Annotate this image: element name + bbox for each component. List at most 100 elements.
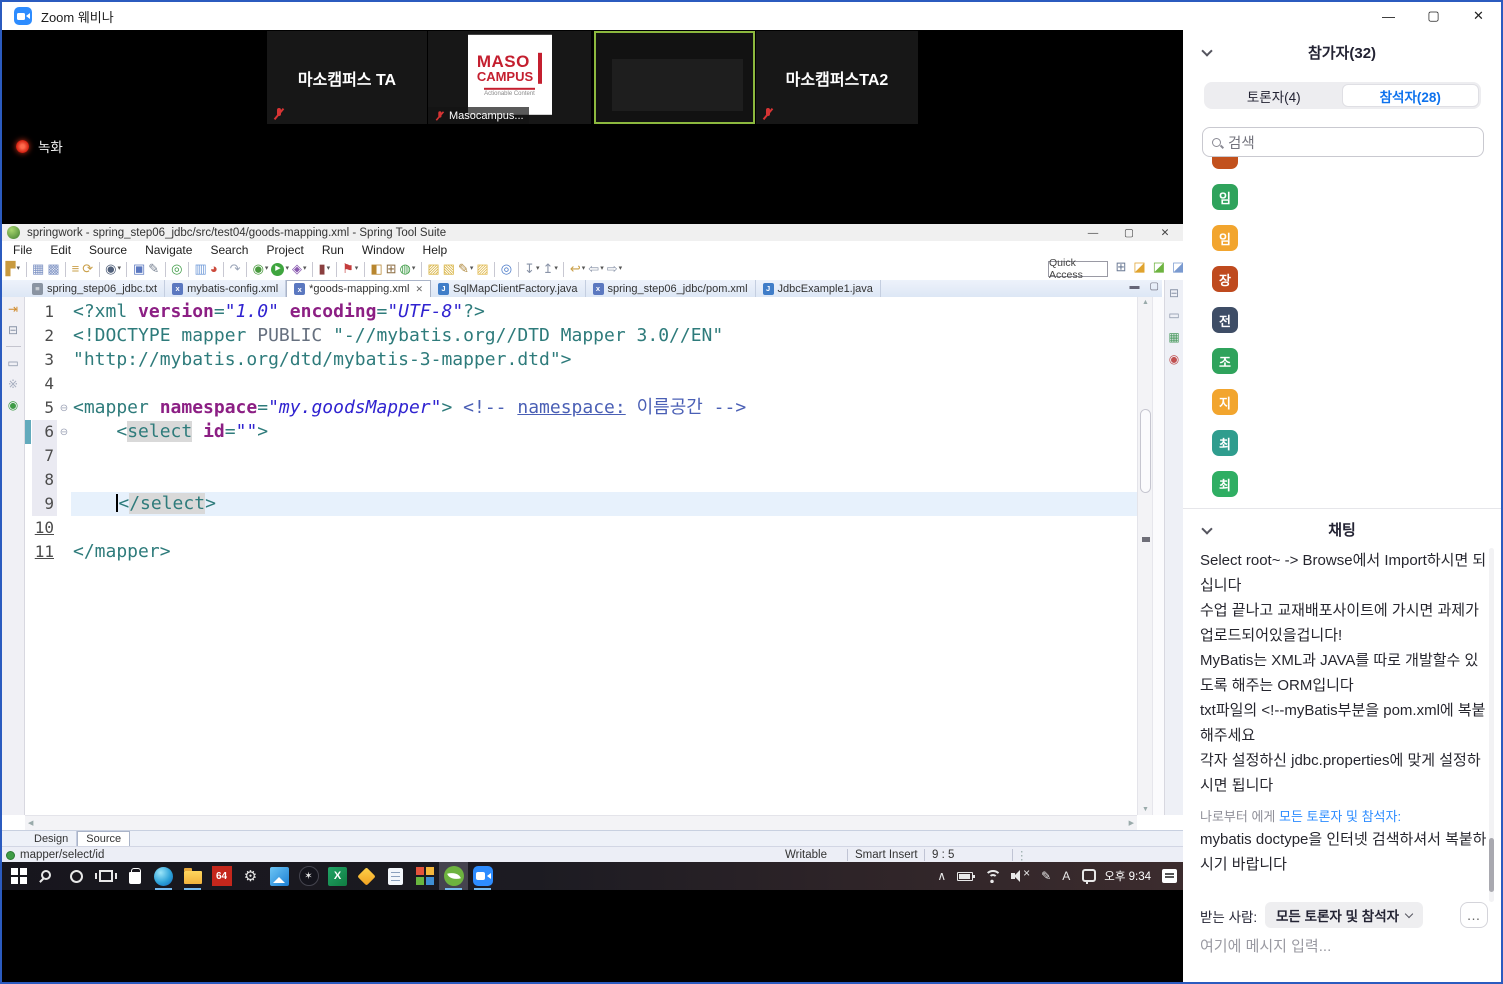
tab-attendees[interactable]: 참석자(28) <box>1342 84 1480 107</box>
flag-icon[interactable]: ⚑ <box>342 262 354 276</box>
save-all-icon[interactable]: ▩ <box>47 262 59 276</box>
participant-avatar[interactable]: 임 <box>1212 225 1238 251</box>
java-perspective-icon[interactable]: ◪ <box>1133 260 1145 274</box>
store-app[interactable] <box>120 862 149 890</box>
documentation-view-icon[interactable]: ▭ <box>1168 307 1179 323</box>
participant-avatar[interactable]: 최 <box>1212 471 1238 497</box>
palette-view-icon[interactable]: ▦ <box>1168 330 1179 344</box>
search-toolbar-icon[interactable]: ✎▾ <box>458 262 473 276</box>
project-explorer-icon[interactable]: ⊟ <box>8 322 18 338</box>
restore-views-icon[interactable]: ⇥ <box>8 301 18 317</box>
new-class-icon[interactable]: ◍▾ <box>400 262 416 276</box>
dropdown-caret-icon[interactable]: ▾ <box>117 262 121 276</box>
back-icon[interactable]: ⇦ <box>588 262 599 276</box>
tray-ime-language-icon[interactable]: A <box>1062 869 1070 883</box>
next-annotation-icon[interactable]: ↧▾ <box>524 262 539 276</box>
folder-icon[interactable]: ▨ <box>476 262 488 276</box>
boot-dashboard-icon[interactable]: ◉ <box>8 398 18 412</box>
servers-view-icon[interactable]: ▭ <box>7 356 18 370</box>
user-icon[interactable]: ◉ <box>105 262 116 276</box>
dropdown-caret-icon[interactable]: ▾ <box>600 262 604 276</box>
open-perspective-icon[interactable]: ⊞ <box>1116 260 1127 274</box>
menu-file[interactable]: File <box>4 243 41 257</box>
code-text[interactable]: </select> <box>71 492 1137 516</box>
editor-tab[interactable]: JSqlMapClientFactory.java <box>431 280 586 297</box>
forward-icon[interactable]: ⇨▾ <box>607 262 622 276</box>
code-text[interactable] <box>71 444 1137 468</box>
run-icon[interactable]: ▶ <box>271 263 284 276</box>
outline-view-icon[interactable]: ⊟ <box>1169 286 1179 300</box>
next-annotation-icon[interactable]: ↧ <box>524 262 535 276</box>
step-icon[interactable]: ↷ <box>230 262 241 276</box>
fold-icon[interactable]: ⊖ <box>57 403 71 414</box>
save-icon[interactable]: ▦ <box>32 262 44 276</box>
coverage-icon[interactable]: ▮ <box>318 262 325 276</box>
refresh-icon[interactable]: ⟳ <box>82 262 93 276</box>
step-icon[interactable]: ↷ <box>230 262 241 276</box>
new-wizard-icon[interactable]: ▛▾ <box>6 262 21 276</box>
servers-view-icon[interactable]: ▭ <box>7 355 18 371</box>
save-all-icon[interactable]: ▩ <box>47 262 59 276</box>
restore-views-icon[interactable]: ⇥ <box>8 302 18 316</box>
editor-vertical-scrollbar[interactable]: ▲ ▼ <box>1137 297 1152 815</box>
open-type-icon[interactable]: ▨ <box>427 262 439 276</box>
dropdown-caret-icon[interactable]: ▾ <box>470 262 474 276</box>
recipient-link[interactable]: 모든 토론자 및 참석자: <box>1279 809 1401 824</box>
window-maximize-button[interactable]: ▢ <box>1111 224 1147 241</box>
tab-panelists[interactable]: 토론자(4) <box>1206 84 1342 107</box>
scroll-left-icon[interactable]: ◀ <box>28 819 33 827</box>
scrollbar-thumb[interactable] <box>1140 409 1151 493</box>
participant-avatar[interactable]: 지 <box>1212 389 1238 415</box>
palette-view-icon[interactable]: ▦ <box>1168 329 1179 345</box>
code-text[interactable]: <!DOCTYPE mapper PUBLIC "-//mybatis.org/… <box>71 324 1137 348</box>
code-text[interactable]: <select id=""> <box>71 420 1137 444</box>
profile-icon[interactable]: ◈▾ <box>292 262 307 276</box>
editor-horizontal-scrollbar[interactable]: ◀ ▶ <box>25 815 1137 830</box>
dropdown-caret-icon[interactable]: ▾ <box>355 262 359 276</box>
documentation-view-icon[interactable]: ▭ <box>1168 308 1179 322</box>
split-editor-icon[interactable]: ▥ <box>195 262 207 276</box>
browser-icon[interactable]: ◎ <box>501 262 512 276</box>
fold-icon[interactable]: ⊖ <box>57 427 71 438</box>
timer-icon[interactable]: ◕ <box>210 262 218 276</box>
chat-scrollbar-thumb[interactable] <box>1489 838 1494 892</box>
java-perspective-icon[interactable]: ◪ <box>1133 260 1145 274</box>
open-resource-icon[interactable]: ▧ <box>443 262 455 276</box>
dropdown-caret-icon[interactable]: ▾ <box>17 262 21 276</box>
snippets-view-icon[interactable]: ※ <box>8 377 18 391</box>
dropdown-caret-icon[interactable]: ▾ <box>285 262 289 276</box>
window-minimize-button[interactable]: — <box>1366 2 1411 30</box>
scroll-right-icon[interactable]: ▶ <box>1129 819 1134 827</box>
code-editor[interactable]: 1<?xml version="1.0" encoding="UTF-8"?>2… <box>25 297 1137 815</box>
prev-annotation-icon[interactable]: ↥ <box>542 262 553 276</box>
debug-icon[interactable]: ◉ <box>253 262 264 276</box>
spring-perspective-icon[interactable]: ◪ <box>1153 260 1165 274</box>
tray-pen-icon[interactable]: ✎ <box>1041 869 1051 883</box>
search-toolbar-icon[interactable]: ✎ <box>458 262 469 276</box>
participant-avatar[interactable]: 조 <box>1212 348 1238 374</box>
participant-avatar[interactable]: 전 <box>1212 307 1238 333</box>
start-button[interactable] <box>4 862 33 890</box>
forward-icon[interactable]: ⇨ <box>607 262 618 276</box>
dropdown-caret-icon[interactable]: ▾ <box>412 262 416 276</box>
search-button[interactable] <box>33 862 62 890</box>
jee-perspective-icon[interactable]: ◪ <box>1172 260 1183 274</box>
new-package-icon[interactable]: ⊞ <box>386 262 397 276</box>
timer-icon[interactable]: ◕ <box>210 262 218 276</box>
settings-app[interactable]: ⚙ <box>236 862 265 890</box>
debug-icon[interactable]: ◉▾ <box>253 262 269 276</box>
menu-source[interactable]: Source <box>80 243 136 257</box>
tray-clock[interactable]: 오후 9:34 <box>1104 868 1151 884</box>
tab-source[interactable]: Source <box>77 831 130 846</box>
new-java-project-icon[interactable]: ◧ <box>370 262 382 276</box>
new-java-project-icon[interactable]: ◧ <box>370 262 382 276</box>
tray-wifi-icon[interactable] <box>984 870 1000 883</box>
scroll-up-icon[interactable]: ▲ <box>1138 299 1153 306</box>
dropdown-caret-icon[interactable]: ▾ <box>303 262 307 276</box>
console-icon[interactable]: ▣ <box>133 262 145 276</box>
code-text[interactable] <box>71 468 1137 492</box>
server-run-icon[interactable]: ◎ <box>171 262 182 276</box>
dropdown-caret-icon[interactable]: ▾ <box>536 262 540 276</box>
editor-minmax[interactable]: ▬▢ <box>1130 281 1159 292</box>
dropdown-caret-icon[interactable]: ▾ <box>265 262 269 276</box>
